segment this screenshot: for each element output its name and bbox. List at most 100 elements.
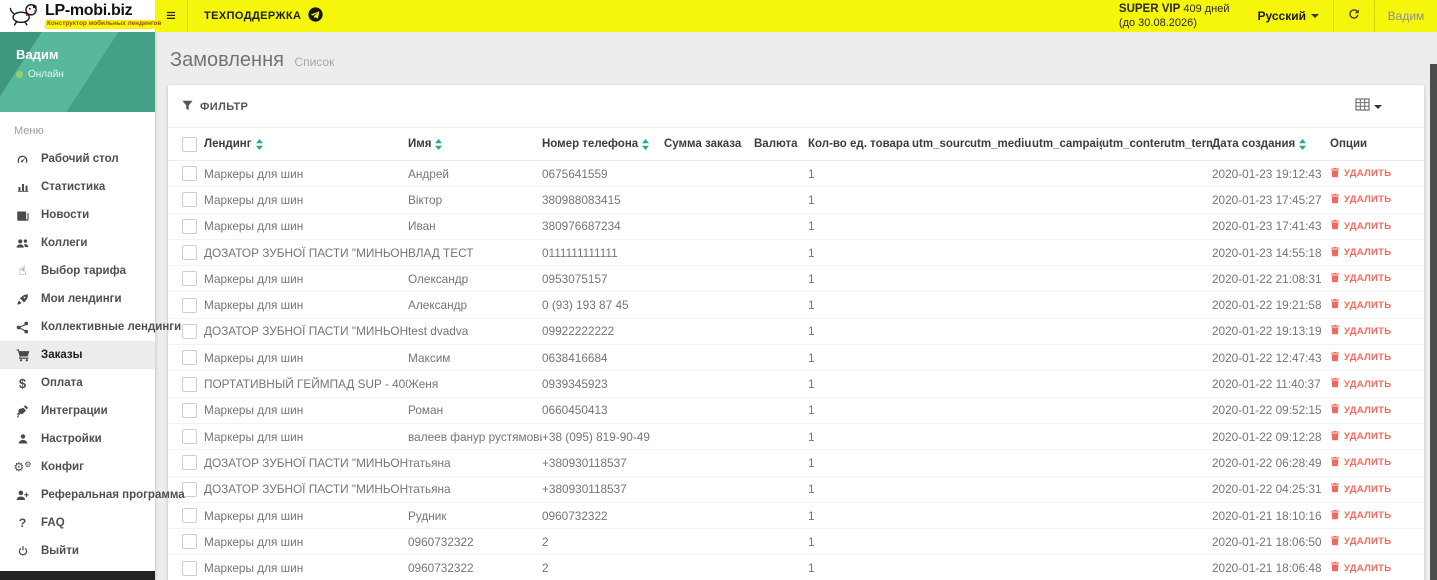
delete-button[interactable]: УДАЛИТЬ [1330, 324, 1391, 338]
columns-toggle-button[interactable] [1355, 98, 1410, 116]
delete-button[interactable]: УДАЛИТЬ [1330, 377, 1391, 391]
cell-options: УДАЛИТЬ [1330, 561, 1410, 575]
cell-qty: 1 [808, 298, 815, 313]
delete-button[interactable]: УДАЛИТЬ [1330, 272, 1391, 286]
delete-button[interactable]: УДАЛИТЬ [1330, 193, 1391, 207]
sidebar-menu: Рабочий стол Статистика Новости Коллеги ☝ Выб… [0, 145, 185, 565]
select-all-checkbox[interactable] [181, 136, 197, 152]
delete-button[interactable]: УДАЛИТЬ [1330, 509, 1391, 523]
cell-qty: 1 [808, 219, 815, 234]
sidebar-item-tariff[interactable]: ☝ Выбор тарифа [0, 257, 155, 285]
row-checkbox[interactable] [181, 402, 197, 418]
trash-icon [1330, 193, 1340, 207]
sidebar-item-integrations[interactable]: Интеграции [0, 397, 155, 425]
row-checkbox[interactable] [181, 323, 197, 339]
delete-button[interactable]: УДАЛИТЬ [1330, 298, 1391, 312]
table-row: Маркеры для шин Андрей 0675641559 1 2020-01-… [168, 161, 1424, 188]
vertical-scrollbar[interactable] [1430, 64, 1437, 580]
sidebar-item-label: Оплата [41, 377, 83, 389]
row-checkbox[interactable] [181, 508, 197, 523]
cell-name: Иван [408, 219, 436, 234]
user-menu[interactable]: Вадим [1375, 9, 1437, 23]
delete-button[interactable]: УДАЛИТЬ [1330, 219, 1391, 233]
cell-qty: 1 [808, 377, 815, 392]
cell-name: Олександр [408, 271, 469, 286]
cell-name: валеев фанур рустямович [408, 429, 542, 444]
sidebar-item-my-landings[interactable]: Мои лендинги [0, 285, 155, 313]
delete-button[interactable]: УДАЛИТЬ [1330, 482, 1391, 496]
cell-phone: 380988083415 [542, 192, 621, 207]
column-header-created[interactable]: Дата создания [1212, 138, 1330, 150]
row-checkbox[interactable] [181, 245, 197, 261]
refresh-button[interactable] [1334, 7, 1374, 26]
cell-name: Рудник [408, 508, 447, 523]
filter-label: ФИЛЬТР [200, 101, 249, 113]
refresh-icon [1347, 7, 1361, 26]
column-header-phone[interactable]: Номер телефона [542, 138, 664, 150]
user-icon [14, 433, 31, 445]
sidebar-item-label: Мои лендинги [41, 293, 122, 305]
cell-phone: 0939345923 [542, 377, 608, 392]
row-checkbox[interactable] [181, 560, 197, 576]
delete-button[interactable]: УДАЛИТЬ [1330, 456, 1391, 470]
column-header-utm_medium: utm_medium [970, 138, 1032, 150]
delete-button[interactable]: УДАЛИТЬ [1330, 535, 1391, 549]
cell-qty: 1 [808, 350, 815, 365]
row-checkbox[interactable] [181, 166, 197, 182]
logo-subtitle: Конструктор мобильных лендингов [45, 20, 164, 29]
row-checkbox[interactable] [181, 455, 197, 471]
row-checkbox[interactable] [181, 192, 197, 208]
cell-options: УДАЛИТЬ [1330, 193, 1410, 207]
row-checkbox[interactable] [181, 376, 197, 392]
sidebar-item-referral[interactable]: Реферальная программа [0, 481, 185, 509]
trash-icon [1330, 298, 1340, 312]
news-icon [14, 209, 31, 222]
sidebar-item-statistics[interactable]: Статистика [0, 173, 155, 201]
sidebar-item-label: Заказы [41, 349, 83, 361]
cell-landing: Маркеры для шин [204, 166, 304, 181]
column-header-name[interactable]: Имя [408, 138, 542, 150]
cell-created: 2020-01-23 14:55:18 [1212, 245, 1322, 260]
trash-icon [1330, 219, 1340, 233]
cell-name: Віктор [408, 192, 443, 207]
page-subtitle: Список [294, 55, 335, 69]
row-checkbox[interactable] [181, 350, 197, 366]
cell-qty: 1 [808, 245, 815, 260]
cell-phone: 09922222222 [542, 324, 615, 339]
sidebar-item-settings[interactable]: Настройки [0, 425, 155, 453]
row-checkbox[interactable] [181, 429, 197, 445]
delete-button[interactable]: УДАЛИТЬ [1330, 351, 1391, 365]
delete-button[interactable]: УДАЛИТЬ [1330, 167, 1391, 181]
logo[interactable]: LP-mobi.biz Конструктор мобильных лендин… [0, 0, 164, 32]
sidebar-item-logout[interactable]: Выйти [0, 537, 155, 565]
column-label: Имя [408, 138, 432, 150]
sidebar-item-payment[interactable]: $ Оплата [0, 369, 155, 397]
column-label: Валюта [754, 138, 798, 150]
sidebar-item-colleagues[interactable]: Коллеги [0, 229, 155, 257]
sidebar-item-orders[interactable]: Заказы [0, 341, 155, 369]
cell-landing: Маркеры для шин [204, 403, 304, 418]
delete-button[interactable]: УДАЛИТЬ [1330, 246, 1391, 260]
cell-phone: 2 [542, 561, 549, 576]
delete-button[interactable]: УДАЛИТЬ [1330, 430, 1391, 444]
hamburger-menu-icon[interactable]: ≡ [155, 6, 187, 26]
column-label: Номер телефона [542, 138, 639, 150]
sidebar-item-collective-landings[interactable]: Коллективные лендинги [0, 313, 181, 341]
sidebar-item-news[interactable]: Новости [0, 201, 155, 229]
sidebar-item-faq[interactable]: ? FAQ [0, 509, 155, 537]
row-checkbox[interactable] [181, 534, 197, 550]
language-label: Русский [1257, 9, 1307, 23]
row-checkbox[interactable] [181, 297, 197, 313]
sidebar-item-dashboard[interactable]: Рабочий стол [0, 145, 155, 173]
support-button[interactable]: ТЕХПОДДЕРЖКА [188, 7, 339, 25]
row-checkbox[interactable] [181, 271, 197, 287]
filter-button[interactable]: ФИЛЬТР [182, 100, 248, 114]
language-selector[interactable]: Русский [1244, 9, 1334, 23]
delete-button[interactable]: УДАЛИТЬ [1330, 403, 1391, 417]
delete-button[interactable]: УДАЛИТЬ [1330, 561, 1391, 575]
cell-phone: 2 [542, 534, 549, 549]
sidebar-item-config[interactable]: ⚙⚙ Конфиг [0, 453, 155, 481]
table-row: Маркеры для шин Віктор 380988083415 1 2020-0… [168, 187, 1424, 214]
row-checkbox[interactable] [181, 218, 197, 234]
column-header-landing[interactable]: Лендинг [204, 138, 408, 150]
